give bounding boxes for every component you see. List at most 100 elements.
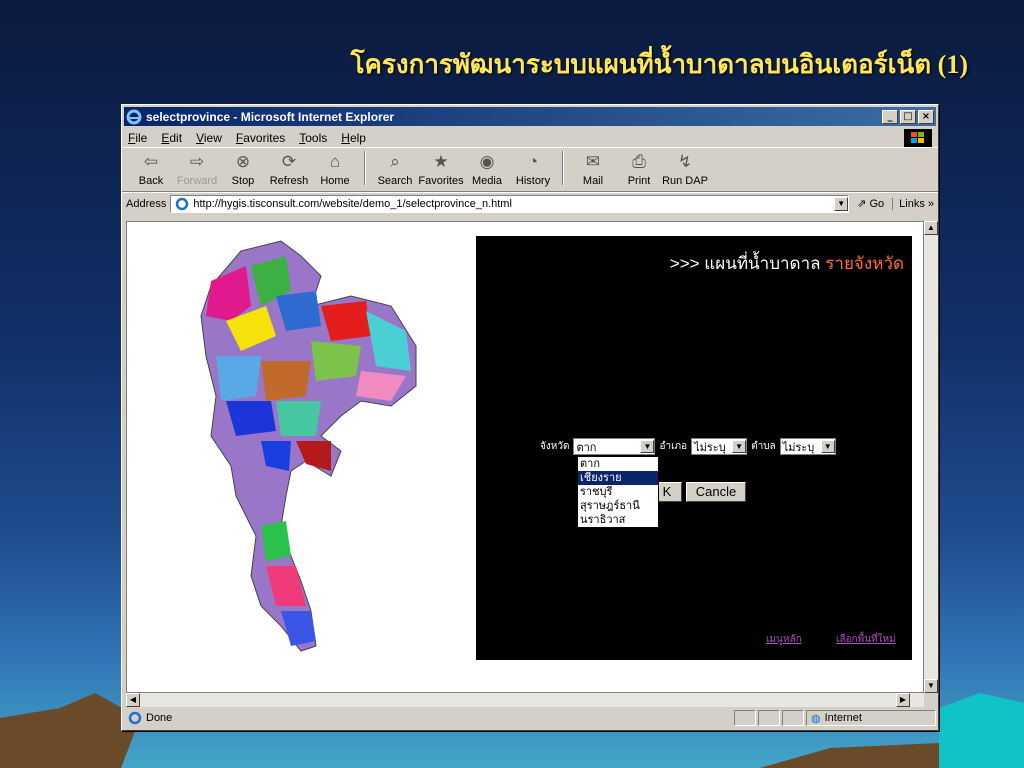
run-dap-label: Run DAP: [662, 175, 708, 187]
title-bar[interactable]: selectprovince - Microsoft Internet Expl…: [124, 107, 936, 126]
menu-help[interactable]: Help: [341, 131, 366, 145]
choose-new-area-link[interactable]: เลือกพื้นที่ใหม่: [836, 632, 896, 647]
stop-label: Stop: [231, 175, 255, 187]
cancel-button[interactable]: Cancle: [686, 482, 746, 502]
refresh-label: Refresh: [269, 175, 309, 187]
district-dropdown-icon[interactable]: ▼: [732, 440, 747, 453]
heading-prefix: >>> แผนที่น้ำบาดาล: [669, 254, 821, 273]
page-icon: [176, 197, 189, 210]
status-pane: [758, 710, 780, 726]
address-dropdown-icon[interactable]: ▼: [834, 196, 849, 211]
go-label: Go: [869, 198, 885, 210]
internet-globe-icon: ◍: [811, 712, 821, 725]
ie-logo-icon: [126, 109, 142, 124]
status-pane: [734, 710, 756, 726]
horizontal-scrollbar[interactable]: ◀ ▶: [126, 693, 924, 707]
forward-arrow-icon: ⇨: [189, 152, 205, 171]
stop-icon: ⊗: [235, 152, 251, 171]
stop-button[interactable]: ⊗ Stop: [220, 151, 266, 187]
browser-window: selectprovince - Microsoft Internet Expl…: [121, 104, 939, 731]
scroll-up-icon[interactable]: ▲: [924, 221, 938, 235]
mail-label: Mail: [582, 175, 604, 187]
back-arrow-icon: ⇦: [143, 152, 159, 171]
district-value: ไม่ระบุ: [694, 441, 726, 454]
heading-accent: รายจังหวัด: [825, 254, 904, 273]
run-dap-button[interactable]: ↯ Run DAP: [662, 151, 708, 187]
province-option[interactable]: สุราษฎร์ธานี: [578, 499, 658, 513]
go-arrow-icon: ⇗: [857, 198, 867, 210]
menu-edit[interactable]: Edit: [161, 131, 182, 145]
province-dropdown-list: ตาก เชียงราย ราชบุรี สุราษฎร์ธานี นราธิว…: [577, 456, 659, 528]
page-content: >>> แผนที่น้ำบาดาล รายจังหวัด จังหวัด ตา…: [126, 221, 924, 693]
window-title: selectprovince - Microsoft Internet Expl…: [146, 109, 395, 124]
toolbar-separator: [562, 151, 564, 185]
history-icon: ◔: [527, 152, 539, 171]
search-button[interactable]: ⌕ Search: [372, 151, 418, 187]
province-option[interactable]: นราธิวาส: [578, 513, 658, 527]
location-form: จังหวัด ตาก ▼ อำเภอ ไม่ระบุ ▼ ตำบล ไม่ระ…: [540, 438, 840, 455]
subdistrict-dropdown-icon[interactable]: ▼: [820, 440, 835, 453]
vertical-scrollbar[interactable]: ▲ ▼: [924, 221, 938, 693]
windows-flag-icon: [904, 128, 932, 147]
district-label: อำเภอ: [659, 441, 688, 452]
print-button[interactable]: ⎙ Print: [616, 151, 662, 187]
address-label: Address: [126, 197, 167, 210]
mail-icon: ✉: [585, 152, 601, 171]
maximize-button[interactable]: □: [900, 109, 916, 124]
selection-panel: >>> แผนที่น้ำบาดาล รายจังหวัด จังหวัด ตา…: [476, 236, 912, 660]
province-value: ตาก: [576, 441, 597, 454]
go-button[interactable]: ⇗ Go: [857, 197, 884, 210]
favorites-label: Favorites: [418, 175, 464, 187]
favorites-icon: ★: [433, 152, 449, 171]
back-button[interactable]: ⇦ Back: [128, 151, 174, 187]
province-option[interactable]: ตาก: [578, 457, 658, 471]
toolbar-separator: [364, 151, 366, 185]
thailand-map[interactable]: [191, 236, 421, 656]
search-icon: ⌕: [390, 152, 400, 171]
minimize-button[interactable]: _: [882, 109, 898, 124]
province-select[interactable]: ตาก ▼: [573, 438, 656, 455]
menu-bar: File Edit View Favorites Tools Help: [122, 128, 938, 148]
print-label: Print: [627, 175, 651, 187]
status-pane: [782, 710, 804, 726]
address-bar: Address http://hygis.tisconsult.com/webs…: [122, 192, 938, 214]
forward-button[interactable]: ⇨ Forward: [174, 151, 220, 187]
refresh-icon: ⟳: [281, 152, 297, 171]
province-dropdown-icon[interactable]: ▼: [640, 440, 655, 453]
menu-favorites[interactable]: Favorites: [236, 131, 285, 145]
links-button[interactable]: Links »: [892, 197, 934, 210]
district-select[interactable]: ไม่ระบุ ▼: [691, 438, 748, 455]
media-button[interactable]: ◉ Media: [464, 151, 510, 187]
search-label: Search: [377, 175, 413, 187]
scroll-down-icon[interactable]: ▼: [924, 679, 938, 693]
province-option-selected[interactable]: เชียงราย: [578, 471, 658, 485]
menu-file[interactable]: File: [128, 131, 147, 145]
subdistrict-value: ไม่ระบุ: [782, 441, 815, 454]
status-text: Done: [146, 712, 173, 724]
home-icon: ⌂: [329, 152, 341, 171]
main-menu-link[interactable]: เมนูหลัก: [766, 632, 802, 647]
media-icon: ◉: [479, 152, 495, 171]
history-button[interactable]: ◔ History: [510, 151, 556, 187]
home-button[interactable]: ⌂ Home: [312, 151, 358, 187]
scroll-right-icon[interactable]: ▶: [896, 693, 910, 707]
close-button[interactable]: ×: [918, 109, 934, 124]
subdistrict-label: ตำบล: [751, 441, 776, 452]
mail-button[interactable]: ✉ Mail: [570, 151, 616, 187]
menu-tools[interactable]: Tools: [299, 131, 327, 145]
back-label: Back: [138, 175, 164, 187]
refresh-button[interactable]: ⟳ Refresh: [266, 151, 312, 187]
forward-label: Forward: [176, 175, 218, 187]
menu-view[interactable]: View: [196, 131, 222, 145]
favorites-button[interactable]: ★ Favorites: [418, 151, 464, 187]
address-input[interactable]: http://hygis.tisconsult.com/website/demo…: [170, 194, 850, 213]
media-label: Media: [472, 175, 502, 187]
status-bar: Done ◍ Internet: [126, 709, 936, 727]
page-done-icon: [128, 711, 142, 725]
province-label: จังหวัด: [540, 441, 570, 452]
subdistrict-select[interactable]: ไม่ระบุ ▼: [779, 438, 836, 455]
province-option[interactable]: ราชบุรี: [578, 485, 658, 499]
address-url: http://hygis.tisconsult.com/website/demo…: [193, 197, 512, 210]
scroll-left-icon[interactable]: ◀: [126, 693, 140, 707]
run-dap-icon: ↯: [677, 152, 693, 171]
